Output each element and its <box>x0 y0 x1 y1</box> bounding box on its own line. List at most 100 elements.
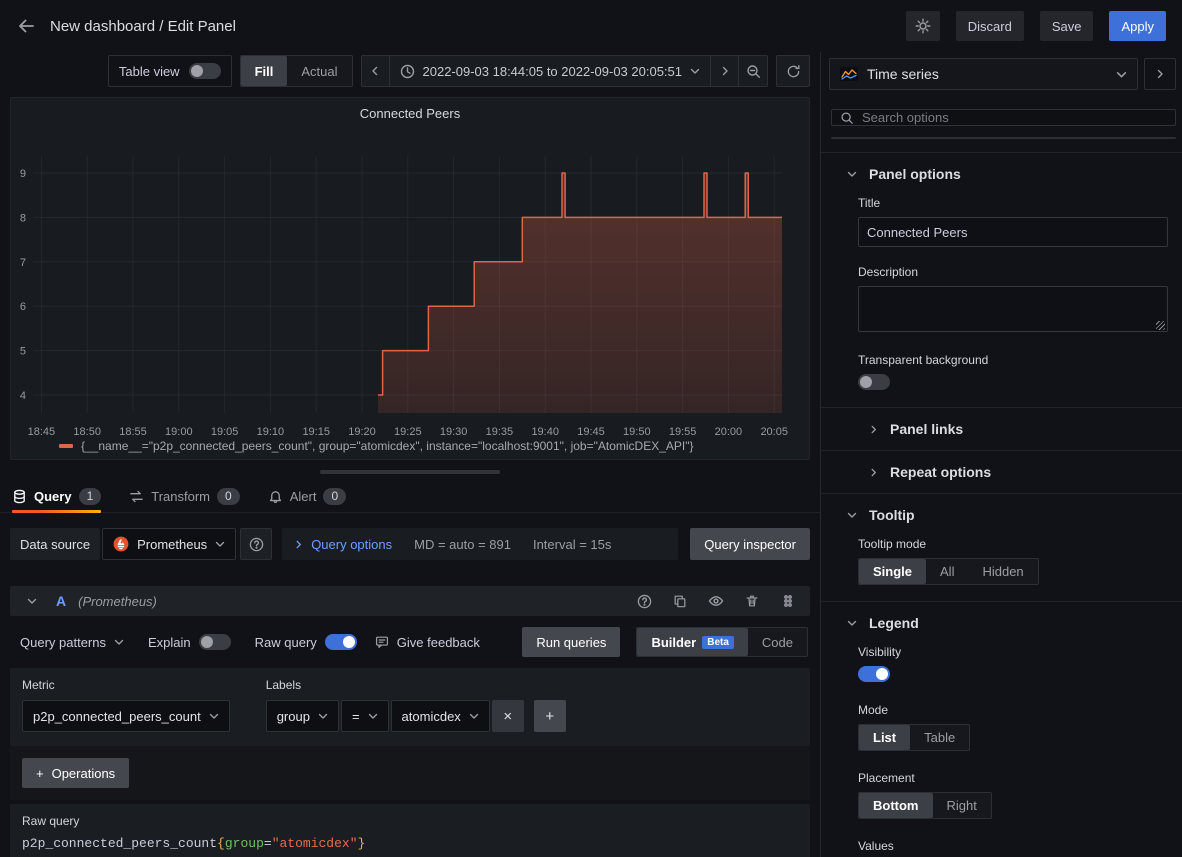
query-options-toggle[interactable]: Query options <box>294 537 392 552</box>
discard-button[interactable]: Discard <box>956 11 1024 41</box>
chevron-down-icon <box>1116 69 1127 80</box>
run-queries-button[interactable]: Run queries <box>522 627 620 657</box>
tab-alert[interactable]: Alert 0 <box>268 483 346 510</box>
legend-placement-bottom[interactable]: Bottom <box>859 793 933 818</box>
query-editor: A (Prometheus) Query patterns Explain <box>10 586 810 857</box>
add-label-button[interactable]: + <box>534 700 566 732</box>
tab-query[interactable]: Query 1 <box>12 483 101 510</box>
label-value-select[interactable]: atomicdex <box>391 700 490 732</box>
svg-text:18:55: 18:55 <box>119 426 147 438</box>
svg-text:19:45: 19:45 <box>577 426 605 438</box>
svg-text:19:20: 19:20 <box>348 426 376 438</box>
zoom-out-time-button[interactable] <box>739 56 767 86</box>
back-button[interactable] <box>16 16 36 36</box>
explain-toggle[interactable] <box>199 634 231 650</box>
legend-placement-right[interactable]: Right <box>933 793 991 818</box>
tab-transform[interactable]: Transform 0 <box>129 483 239 510</box>
svg-text:19:25: 19:25 <box>394 426 422 438</box>
interval-stat: Interval = 15s <box>533 537 611 552</box>
table-view-label: Table view <box>119 64 180 79</box>
pane-resize-handle[interactable] <box>320 470 500 474</box>
transparent-bg-toggle[interactable] <box>858 374 890 390</box>
prometheus-icon <box>113 536 129 552</box>
tab-query-count: 1 <box>79 488 102 505</box>
svg-text:19:50: 19:50 <box>623 426 651 438</box>
svg-text:20:00: 20:00 <box>715 426 743 438</box>
time-shift-forward-button[interactable] <box>711 56 739 86</box>
table-view-toggle[interactable] <box>189 63 221 79</box>
delete-query-trash-icon[interactable] <box>740 594 764 608</box>
legend-header[interactable]: Legend <box>821 602 1182 643</box>
add-operations-button[interactable]: + Operations <box>22 758 129 788</box>
section-legend: Legend Visibility Mode List Table Placem… <box>821 601 1182 857</box>
refresh-button[interactable] <box>776 55 810 87</box>
legend-mode-table[interactable]: Table <box>910 725 969 750</box>
label-key-select[interactable]: group <box>266 700 339 732</box>
legend-mode-list[interactable]: List <box>859 725 910 750</box>
builder-option[interactable]: Builder Beta <box>637 628 747 656</box>
code-option[interactable]: Code <box>748 628 807 656</box>
panel-settings-button[interactable] <box>906 11 940 41</box>
actual-option[interactable]: Actual <box>287 56 351 86</box>
give-feedback-link[interactable]: Give feedback <box>375 635 480 650</box>
svg-text:19:00: 19:00 <box>165 426 193 438</box>
operations-row: + Operations <box>10 746 810 800</box>
tooltip-hidden-option[interactable]: Hidden <box>968 559 1037 584</box>
description-field-label: Description <box>858 265 1168 279</box>
query-row-header[interactable]: A (Prometheus) <box>10 586 810 616</box>
legend-visibility-toggle[interactable] <box>858 666 890 682</box>
pane-resize-zone <box>0 460 820 483</box>
panel-title-input[interactable] <box>858 217 1168 247</box>
gear-icon <box>915 18 931 34</box>
label-operator-select[interactable]: = <box>341 700 389 732</box>
close-icon: × <box>503 708 512 725</box>
legend-series-label[interactable]: {__name__="p2p_connected_peers_count", g… <box>81 439 693 453</box>
panel-description-input[interactable] <box>858 286 1168 332</box>
hide-query-eye-icon[interactable] <box>704 593 728 609</box>
svg-text:19:05: 19:05 <box>211 426 239 438</box>
max-data-points-stat: MD = auto = 891 <box>414 537 511 552</box>
query-patterns-dropdown[interactable]: Query patterns <box>20 635 124 650</box>
datasource-help-button[interactable] <box>240 528 272 560</box>
datasource-select[interactable]: Prometheus <box>102 528 236 560</box>
options-search-input[interactable] <box>862 110 1167 125</box>
drag-grip-icon[interactable] <box>776 594 800 608</box>
datasource-name: Prometheus <box>137 537 207 552</box>
database-icon <box>12 489 27 504</box>
panel-links-section[interactable]: Panel links <box>821 407 1182 450</box>
collapse-options-button[interactable] <box>1144 58 1176 90</box>
save-button[interactable]: Save <box>1040 11 1094 41</box>
chevron-right-icon <box>294 540 303 549</box>
apply-button[interactable]: Apply <box>1109 11 1166 41</box>
repeat-options-section[interactable]: Repeat options <box>821 450 1182 493</box>
remove-label-button[interactable]: × <box>492 700 524 732</box>
textarea-resize-handle[interactable] <box>1156 321 1165 330</box>
tab-query-label: Query <box>34 489 72 504</box>
legend-placement-group: Bottom Right <box>858 792 992 819</box>
svg-text:19:55: 19:55 <box>669 426 697 438</box>
tooltip-all-option[interactable]: All <box>926 559 968 584</box>
metric-select[interactable]: p2p_connected_peers_count <box>22 700 230 732</box>
legend-visibility-label: Visibility <box>858 645 1168 659</box>
duplicate-query-icon[interactable] <box>668 594 692 608</box>
svg-text:18:45: 18:45 <box>28 426 56 438</box>
svg-text:9: 9 <box>20 168 26 180</box>
beta-badge: Beta <box>702 636 734 649</box>
fill-option[interactable]: Fill <box>241 56 288 86</box>
visualization-select[interactable]: Time series <box>829 58 1138 90</box>
query-help-icon[interactable] <box>632 594 656 609</box>
legend-series-swatch[interactable] <box>59 444 73 448</box>
raw-query-toggle[interactable] <box>325 634 357 650</box>
svg-text:19:10: 19:10 <box>257 426 285 438</box>
raw-query-code: p2p_connected_peers_count{group="atomicd… <box>22 836 798 851</box>
query-inspector-button[interactable]: Query inspector <box>690 528 810 560</box>
time-series-chart[interactable]: 45678918:4518:5018:5519:0019:0519:1019:1… <box>11 98 809 459</box>
panel-options-header[interactable]: Panel options <box>821 153 1182 194</box>
time-range-button[interactable]: 2022-09-03 18:44:05 to 2022-09-03 20:05:… <box>390 56 712 86</box>
chevron-right-icon <box>869 425 878 434</box>
tooltip-header[interactable]: Tooltip <box>821 494 1182 535</box>
tooltip-single-option[interactable]: Single <box>859 559 926 584</box>
svg-text:8: 8 <box>20 212 26 224</box>
time-shift-back-button[interactable] <box>362 56 390 86</box>
arrow-left-icon <box>16 16 36 36</box>
